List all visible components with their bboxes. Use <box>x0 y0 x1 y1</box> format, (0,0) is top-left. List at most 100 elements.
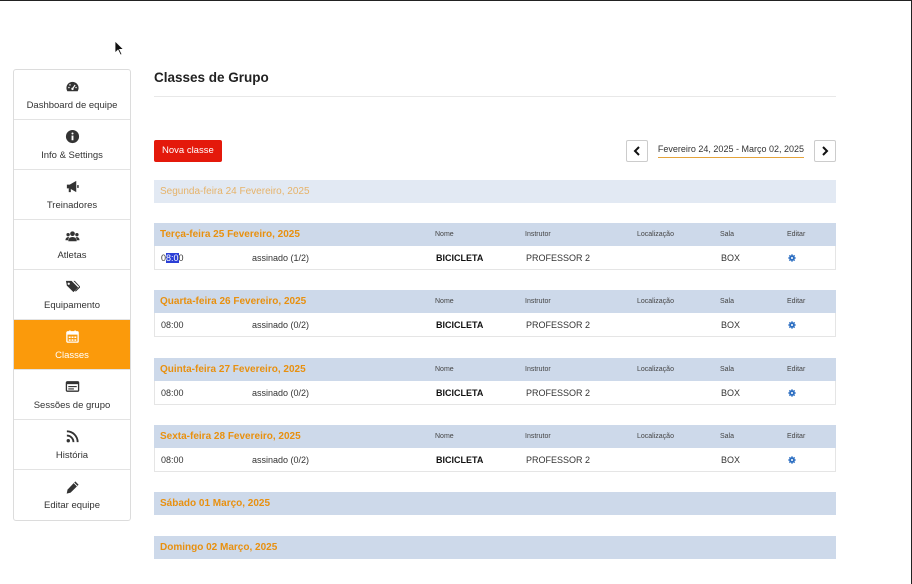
sidebar: Dashboard de equipe Info & Settings Trei… <box>13 69 131 521</box>
class-time: 08:00 <box>161 455 184 465</box>
mouse-cursor-icon <box>114 40 125 56</box>
class-row[interactable]: 08:00 assinado (0/2) BICICLETA PROFESSOR… <box>154 313 836 337</box>
column-header-location: Localização <box>637 366 674 373</box>
class-instructor: PROFESSOR 2 <box>526 388 591 398</box>
gear-icon <box>788 254 796 262</box>
class-row[interactable]: 08:00 assinado (0/2) BICICLETA PROFESSOR… <box>154 381 836 405</box>
sidebar-item-edit-team[interactable]: Editar equipe <box>14 470 130 520</box>
date-range-label[interactable]: Fevereiro 24, 2025 - Março 02, 2025 <box>657 144 804 158</box>
day-label: Domingo 02 Março, 2025 <box>160 542 278 553</box>
gear-icon <box>788 389 796 397</box>
class-time: 08:00 <box>161 253 184 263</box>
class-signup-status: assinado (0/2) <box>252 455 310 465</box>
sidebar-item-classes[interactable]: Classes <box>14 320 130 370</box>
sidebar-item-label: Treinadores <box>46 199 98 211</box>
class-room: BOX <box>721 320 741 330</box>
day-header: Sexta-feira 28 Fevereiro, 2025 Nome Inst… <box>154 425 836 448</box>
sidebar-item-group-sessions[interactable]: Sessões de grupo <box>14 370 130 420</box>
column-header-edit: Editar <box>787 366 806 373</box>
class-room: BOX <box>721 388 741 398</box>
day-header: Sábado 01 Março, 2025 <box>154 492 836 515</box>
class-row[interactable]: 08:00 assinado (1/2) BICICLETA PROFESSOR… <box>154 246 836 270</box>
column-header-edit: Editar <box>787 231 806 238</box>
sidebar-item-label: Atletas <box>57 249 87 261</box>
class-name: BICICLETA <box>436 455 484 465</box>
window-icon <box>64 379 80 395</box>
sidebar-item-label: Dashboard de equipe <box>26 99 118 111</box>
class-name: BICICLETA <box>436 253 484 263</box>
class-room: BOX <box>721 253 741 263</box>
pencil-icon <box>64 479 80 495</box>
day-friday: Sexta-feira 28 Fevereiro, 2025 Nome Inst… <box>154 425 836 472</box>
edit-class-button[interactable] <box>788 321 796 331</box>
selected-text: 8:0 <box>166 253 179 263</box>
edit-class-button[interactable] <box>788 254 796 264</box>
column-header-location: Localização <box>637 231 674 238</box>
day-header: Segunda-feira 24 Fevereiro, 2025 <box>154 180 836 203</box>
class-instructor: PROFESSOR 2 <box>526 455 591 465</box>
column-header-name: Nome <box>435 231 454 238</box>
sidebar-item-label: História <box>55 449 89 461</box>
day-label: Terça-feira 25 Fevereiro, 2025 <box>160 229 300 240</box>
column-header-location: Localização <box>637 298 674 305</box>
tags-icon <box>64 279 80 295</box>
next-week-button[interactable] <box>814 140 836 162</box>
day-header: Terça-feira 25 Fevereiro, 2025 Nome Inst… <box>154 223 836 246</box>
title-divider <box>154 96 836 97</box>
rss-icon <box>64 429 80 445</box>
class-instructor: PROFESSOR 2 <box>526 320 591 330</box>
column-header-edit: Editar <box>787 433 806 440</box>
day-label: Quarta-feira 26 Fevereiro, 2025 <box>160 296 307 307</box>
sidebar-item-label: Classes <box>55 349 89 361</box>
gear-icon <box>788 321 796 329</box>
previous-week-button[interactable] <box>625 140 648 162</box>
class-row[interactable]: 08:00 assinado (0/2) BICICLETA PROFESSOR… <box>154 448 836 472</box>
sidebar-item-trainers[interactable]: Treinadores <box>14 170 130 220</box>
calendar-icon <box>64 329 80 345</box>
column-header-edit: Editar <box>787 298 806 305</box>
column-header-instructor: Instrutor <box>525 433 551 440</box>
class-room: BOX <box>721 455 741 465</box>
day-wednesday: Quarta-feira 26 Fevereiro, 2025 Nome Ins… <box>154 290 836 337</box>
day-tuesday: Terça-feira 25 Fevereiro, 2025 Nome Inst… <box>154 223 836 270</box>
info-icon <box>64 129 80 145</box>
column-header-name: Nome <box>435 298 454 305</box>
sidebar-item-history[interactable]: História <box>14 420 130 470</box>
column-header-room: Sala <box>720 298 735 305</box>
day-label: Sábado 01 Março, 2025 <box>160 498 271 509</box>
day-header: Quinta-feira 27 Fevereiro, 2025 Nome Ins… <box>154 358 836 381</box>
day-label: Quinta-feira 27 Fevereiro, 2025 <box>160 364 306 375</box>
column-header-instructor: Instrutor <box>525 231 551 238</box>
dashboard-icon <box>64 79 80 95</box>
day-monday: Segunda-feira 24 Fevereiro, 2025 <box>154 180 836 203</box>
column-header-name: Nome <box>435 366 454 373</box>
sidebar-item-label: Info & Settings <box>41 149 103 161</box>
class-name: BICICLETA <box>436 320 484 330</box>
sidebar-item-equipment[interactable]: Equipamento <box>14 270 130 320</box>
day-saturday: Sábado 01 Março, 2025 <box>154 492 836 515</box>
day-label: Segunda-feira 24 Fevereiro, 2025 <box>160 186 310 197</box>
sidebar-item-info-settings[interactable]: Info & Settings <box>14 120 130 170</box>
column-header-room: Sala <box>720 366 735 373</box>
class-name: BICICLETA <box>436 388 484 398</box>
day-header: Domingo 02 Março, 2025 <box>154 536 836 559</box>
megaphone-icon <box>64 179 80 195</box>
sidebar-item-athletes[interactable]: Atletas <box>14 220 130 270</box>
gear-icon <box>788 456 796 464</box>
class-signup-status: assinado (0/2) <box>252 388 310 398</box>
chevron-right-icon <box>822 146 829 156</box>
class-signup-status: assinado (0/2) <box>252 320 310 330</box>
sidebar-item-dashboard[interactable]: Dashboard de equipe <box>14 70 130 120</box>
day-sunday: Domingo 02 Março, 2025 <box>154 536 836 559</box>
sidebar-item-label: Editar equipe <box>44 500 100 511</box>
class-instructor: PROFESSOR 2 <box>526 253 591 263</box>
users-icon <box>64 229 80 245</box>
class-time: 08:00 <box>161 320 184 330</box>
edit-class-button[interactable] <box>788 389 796 399</box>
day-label: Sexta-feira 28 Fevereiro, 2025 <box>160 431 301 442</box>
new-class-button[interactable]: Nova classe <box>154 140 222 162</box>
day-thursday: Quinta-feira 27 Fevereiro, 2025 Nome Ins… <box>154 358 836 405</box>
day-header: Quarta-feira 26 Fevereiro, 2025 Nome Ins… <box>154 290 836 313</box>
column-header-instructor: Instrutor <box>525 366 551 373</box>
edit-class-button[interactable] <box>788 456 796 466</box>
